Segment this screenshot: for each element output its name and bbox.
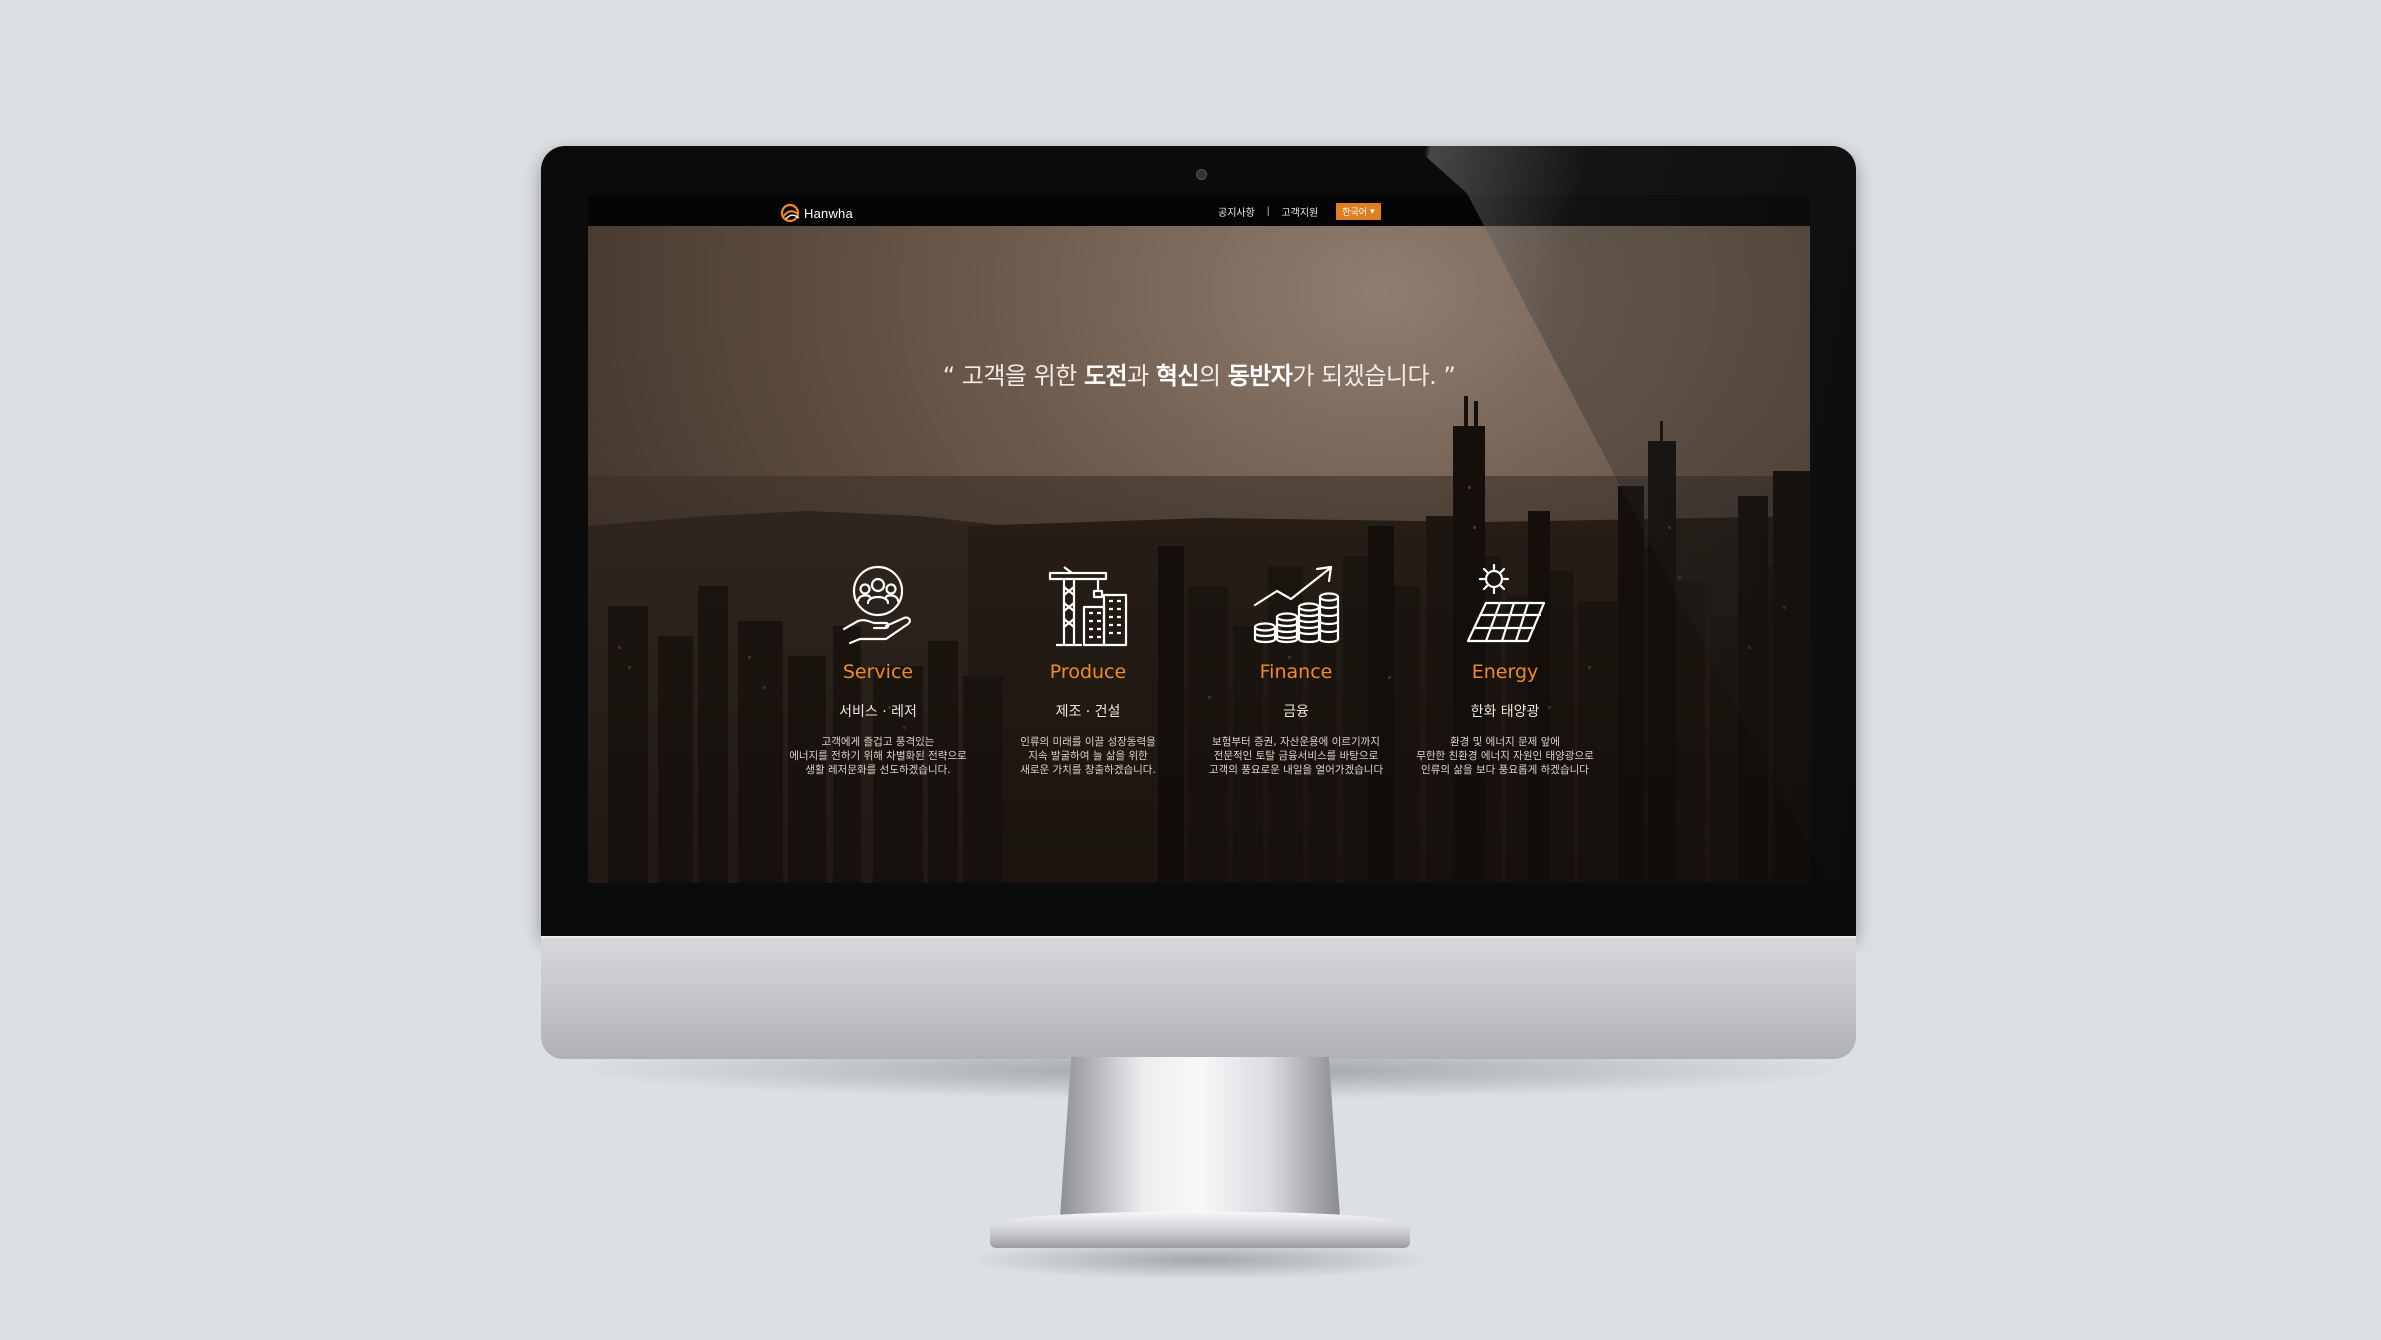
top-nav: 공지사항 | 고객지원 한국어 ▾: [1218, 203, 1381, 220]
language-label: 한국어: [1342, 207, 1368, 217]
tagline-part: 의: [1199, 362, 1228, 390]
logo-text: Hanwha: [804, 205, 853, 221]
feature-title: Finance: [1259, 661, 1333, 683]
tagline-part: 가 되겠습니다. ”: [1292, 362, 1456, 390]
hand-people-icon: [842, 565, 911, 645]
feature-title: Energy: [1471, 661, 1539, 683]
feature-description: 인류의 미래를 이끌 성장동력을 지속 발굴하여 늘 삶을 위한 새로운 가치를…: [1020, 736, 1156, 776]
webcam: [1196, 169, 1207, 180]
feature-finance[interactable]: Finance 금융 보험부터 증권, 자산운용에 이르기까지 전문적인 토탈 …: [1186, 555, 1406, 777]
tagline-emphasis: 혁신: [1155, 362, 1200, 390]
feature-description: 환경 및 에너지 문제 앞에 무한한 친환경 에너지 자원인 태양광으로 인류의…: [1416, 736, 1594, 776]
feature-description: 보험부터 증권, 자산운용에 이르기까지 전문적인 토탈 금융서비스를 바탕으로…: [1208, 736, 1384, 776]
feature-produce[interactable]: Produce 제조 · 건설 인류의 미래를 이끌 성장동력을 지속 발굴하여…: [978, 555, 1198, 777]
tagline-part: “ 고객을 위한: [942, 362, 1084, 390]
tagline-emphasis: 도전: [1083, 362, 1128, 390]
feature-energy[interactable]: Energy 한화 태양광 환경 및 에너지 문제 앞에 무한한 친환경 에너지…: [1395, 555, 1615, 777]
nav-separator: |: [1266, 206, 1270, 217]
website-screen: Hanwha 공지사항 | 고객지원 한국어 ▾: [588, 195, 1810, 883]
chevron-down-icon: ▾: [1370, 206, 1375, 216]
crane-building-icon: [1048, 566, 1128, 647]
feature-title: Service: [842, 661, 914, 683]
hanwha-logo-icon: [780, 203, 800, 223]
feature-subtitle: 서비스 · 레저: [839, 704, 917, 720]
monitor-chin: [541, 936, 1856, 1059]
tagline-part: 과: [1127, 362, 1156, 390]
feature-description: 고객에게 즐겁고 풍격있는 에너지를 전하기 위해 차별화된 전략으로 생활 레…: [789, 736, 967, 776]
feature-title: Produce: [1049, 661, 1127, 683]
feature-subtitle: 제조 · 건설: [1055, 704, 1121, 720]
hanwha-logo[interactable]: Hanwha: [779, 202, 853, 224]
hero-tagline: “ 고객을 위한 도전과 혁신의 동반자가 되겠습니다. ”: [588, 356, 1810, 391]
feature-subtitle: 금융: [1283, 704, 1309, 720]
feature-service[interactable]: Service 서비스 · 레저 고객에게 즐겁고 풍격있는 에너지를 전하기 …: [768, 555, 988, 777]
coins-growth-icon: [1253, 565, 1340, 644]
top-navigation-bar: Hanwha 공지사항 | 고객지원 한국어 ▾: [588, 195, 1810, 226]
tagline-emphasis: 동반자: [1227, 362, 1293, 390]
nav-support-link[interactable]: 고객지원: [1281, 204, 1318, 219]
feature-subtitle: 한화 태양광: [1470, 704, 1540, 720]
nav-notice-link[interactable]: 공지사항: [1218, 204, 1255, 219]
monitor-stand-neck: [1060, 1057, 1340, 1217]
language-select-button[interactable]: 한국어 ▾: [1336, 203, 1381, 220]
solar-panel-icon: [1466, 563, 1546, 643]
monitor-stand-base: [990, 1212, 1410, 1248]
